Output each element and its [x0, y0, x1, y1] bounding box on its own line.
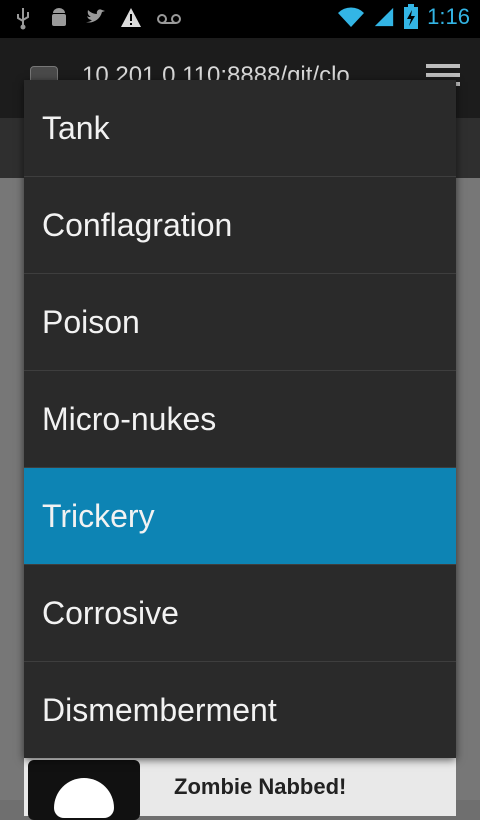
battery-charging-icon — [404, 4, 419, 29]
card-thumbnail — [28, 760, 140, 820]
dropdown-menu: Tank Conflagration Poison Micro-nukes Tr… — [24, 80, 456, 758]
notification-icons — [12, 6, 182, 30]
status-time: 1:16 — [427, 4, 470, 29]
voicemail-icon — [157, 14, 181, 24]
menu-item-dismemberment[interactable]: Dismemberment — [24, 662, 456, 758]
warning-icon — [121, 8, 141, 27]
menu-item-label: Tank — [42, 110, 110, 146]
list-card[interactable]: Zombie Nabbed! — [24, 756, 456, 820]
twitter-icon — [86, 9, 105, 23]
menu-item-micro-nukes[interactable]: Micro-nukes — [24, 371, 456, 468]
menu-item-label: Corrosive — [42, 595, 179, 631]
menu-item-tank[interactable]: Tank — [24, 80, 456, 177]
menu-item-corrosive[interactable]: Corrosive — [24, 565, 456, 662]
skull-icon — [54, 778, 114, 818]
status-bar: 1:16 — [0, 0, 480, 38]
menu-item-conflagration[interactable]: Conflagration — [24, 177, 456, 274]
menu-item-label: Poison — [42, 304, 140, 340]
usb-icon — [17, 8, 29, 30]
menu-item-label: Conflagration — [42, 207, 233, 243]
card-title: Zombie Nabbed! — [174, 774, 347, 799]
menu-item-trickery[interactable]: Trickery — [24, 468, 456, 565]
menu-item-poison[interactable]: Poison — [24, 274, 456, 371]
menu-item-label: Dismemberment — [42, 692, 277, 728]
android-debug-icon — [52, 8, 66, 26]
system-icons: 1:16 — [337, 4, 470, 30]
signal-icon — [375, 7, 394, 27]
wifi-icon — [338, 7, 365, 27]
menu-item-label: Trickery — [42, 498, 155, 534]
menu-item-label: Micro-nukes — [42, 401, 217, 437]
